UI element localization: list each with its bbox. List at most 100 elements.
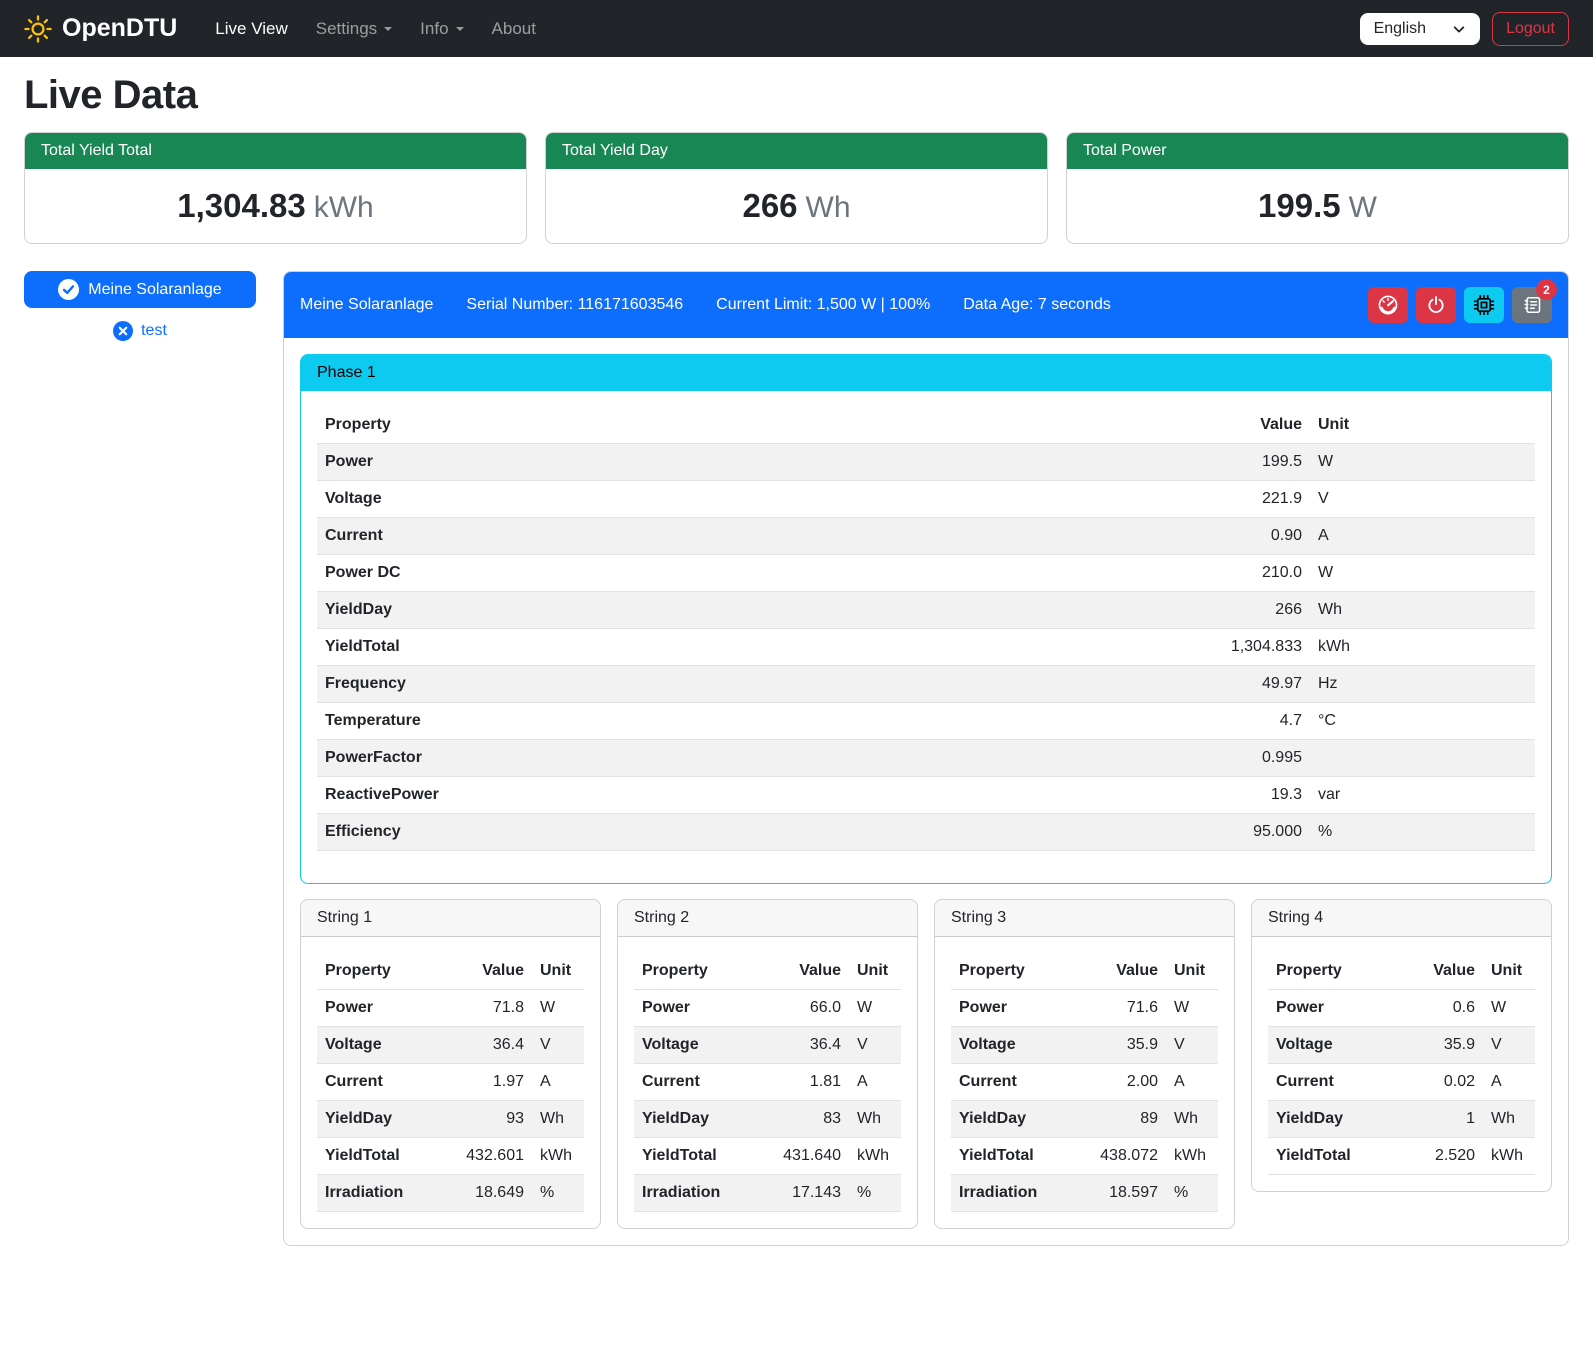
table-row: Current0.90A	[317, 518, 1535, 555]
inverter-sidebar: Meine Solaranlage test	[24, 271, 256, 341]
table-row: Current2.00A	[951, 1064, 1218, 1101]
speedometer-icon	[1377, 294, 1399, 316]
table-row: Current1.81A	[634, 1064, 901, 1101]
page-title: Live Data	[24, 73, 1569, 118]
table-row: YieldDay89Wh	[951, 1101, 1218, 1138]
strings-row: String 1 PropertyValueUnit Power71.8WVol…	[300, 899, 1552, 1229]
table-row: Frequency49.97Hz	[317, 666, 1535, 703]
power-icon	[1426, 295, 1446, 315]
inverter-toolbar: 2	[1368, 287, 1552, 323]
card-title: Total Yield Total	[25, 133, 526, 169]
table-row: PowerFactor0.995	[317, 740, 1535, 777]
event-log-button[interactable]: 2	[1512, 287, 1552, 323]
table-row: Power0.6W	[1268, 990, 1535, 1027]
table-row: YieldDay266Wh	[317, 592, 1535, 629]
table-row: Irradiation18.649%	[317, 1175, 584, 1212]
table-row: YieldDay1Wh	[1268, 1101, 1535, 1138]
table-row: YieldDay83Wh	[634, 1101, 901, 1138]
inverter-data-age: Data Age: 7 seconds	[963, 296, 1111, 314]
string-2-table: PropertyValueUnit Power66.0WVoltage36.4V…	[634, 953, 901, 1212]
phase-title: Phase 1	[301, 355, 1551, 391]
column-header: Property	[1268, 953, 1401, 990]
column-header: Value	[1210, 407, 1310, 444]
table-row: Power71.8W	[317, 990, 584, 1027]
column-header: Property	[951, 953, 1084, 990]
table-row: Voltage35.9V	[951, 1027, 1218, 1064]
inverter-name: Meine Solaranlage	[300, 296, 433, 314]
nav-item-about[interactable]: About	[478, 11, 550, 47]
nav-item-settings[interactable]: Settings	[302, 11, 406, 47]
table-row: Voltage36.4V	[317, 1027, 584, 1064]
string-2-card: String 2 PropertyValueUnit Power66.0WVol…	[617, 899, 918, 1229]
nav-item-info[interactable]: Info	[406, 11, 477, 47]
limit-settings-button[interactable]	[1368, 287, 1408, 323]
phase-table: PropertyValueUnit Power199.5WVoltage221.…	[317, 407, 1535, 851]
string-3-card: String 3 PropertyValueUnit Power71.6WVol…	[934, 899, 1235, 1229]
brand-label: OpenDTU	[62, 14, 177, 43]
total-power-card: Total Power 199.5W	[1066, 132, 1569, 244]
string-title: String 4	[1252, 900, 1551, 937]
nav-item-live-view[interactable]: Live View	[201, 11, 301, 47]
language-value: English	[1374, 20, 1426, 38]
device-info-button[interactable]	[1464, 287, 1504, 323]
card-title: Total Yield Day	[546, 133, 1047, 169]
column-header: Unit	[849, 953, 901, 990]
app-brand[interactable]: OpenDTU	[24, 14, 177, 43]
column-header: Property	[317, 407, 1210, 444]
x-circle-icon[interactable]	[113, 321, 133, 341]
table-row: YieldTotal1,304.833kWh	[317, 629, 1535, 666]
sidebar-item-label: Meine Solaranlage	[88, 281, 221, 299]
table-header-row: PropertyValueUnit	[634, 953, 901, 990]
check-circle-icon	[58, 279, 79, 300]
string-1-card: String 1 PropertyValueUnit Power71.8WVol…	[300, 899, 601, 1229]
table-row: Current1.97A	[317, 1064, 584, 1101]
table-row: Irradiation17.143%	[634, 1175, 901, 1212]
chevron-down-icon	[456, 27, 464, 31]
total-yield-total-value: 1,304.83	[177, 187, 305, 224]
table-header-row: PropertyValueUnit	[317, 407, 1535, 444]
string-1-table: PropertyValueUnit Power71.8WVoltage36.4V…	[317, 953, 584, 1212]
language-select[interactable]: English	[1360, 13, 1480, 45]
table-row: Temperature4.7°C	[317, 703, 1535, 740]
column-header: Unit	[1483, 953, 1535, 990]
string-3-table: PropertyValueUnit Power71.6WVoltage35.9V…	[951, 953, 1218, 1212]
chevron-down-icon	[1452, 22, 1466, 36]
table-row: YieldDay93Wh	[317, 1101, 584, 1138]
inverter-limit: Current Limit: 1,500 W | 100%	[716, 296, 930, 314]
card-title: Total Power	[1067, 133, 1568, 169]
cpu-icon	[1473, 294, 1495, 316]
total-yield-day-value: 266	[742, 187, 797, 224]
table-row: YieldTotal432.601kWh	[317, 1138, 584, 1175]
table-row: ReactivePower19.3var	[317, 777, 1535, 814]
sidebar-item-label: test	[141, 322, 167, 340]
table-row: Voltage36.4V	[634, 1027, 901, 1064]
page-content: Live Data Total Yield Total 1,304.83 kWh …	[0, 57, 1593, 1258]
table-row: Power DC210.0W	[317, 555, 1535, 592]
column-header: Value	[767, 953, 849, 990]
summary-cards-row: Total Yield Total 1,304.83 kWh Total Yiel…	[24, 132, 1569, 244]
total-yield-total-unit: kWh	[314, 191, 374, 224]
inverter-header: Meine Solaranlage Serial Number: 1161716…	[284, 272, 1568, 338]
table-row: YieldTotal438.072kWh	[951, 1138, 1218, 1175]
logout-button[interactable]: Logout	[1492, 12, 1569, 46]
column-header: Value	[1084, 953, 1166, 990]
event-count-badge: 2	[1536, 279, 1557, 300]
inverter-serial: Serial Number: 116171603546	[466, 296, 683, 314]
column-header: Property	[634, 953, 767, 990]
table-header-row: PropertyValueUnit	[951, 953, 1218, 990]
chevron-down-icon	[384, 27, 392, 31]
sun-icon	[24, 15, 52, 43]
table-header-row: PropertyValueUnit	[1268, 953, 1535, 990]
total-power-value: 199.5	[1258, 187, 1341, 224]
table-row: Irradiation18.597%	[951, 1175, 1218, 1212]
sidebar-item-test[interactable]: test	[24, 321, 256, 341]
column-header: Value	[1401, 953, 1483, 990]
string-title: String 2	[618, 900, 917, 937]
phase-1-panel: Phase 1 PropertyValueUnit Power199.5WVol…	[300, 354, 1552, 884]
power-toggle-button[interactable]	[1416, 287, 1456, 323]
table-row: Power199.5W	[317, 444, 1535, 481]
table-header-row: PropertyValueUnit	[317, 953, 584, 990]
sidebar-item-meine-solaranlage[interactable]: Meine Solaranlage	[24, 271, 256, 308]
string-4-card: String 4 PropertyValueUnit Power0.6WVolt…	[1251, 899, 1552, 1192]
table-row: Power66.0W	[634, 990, 901, 1027]
